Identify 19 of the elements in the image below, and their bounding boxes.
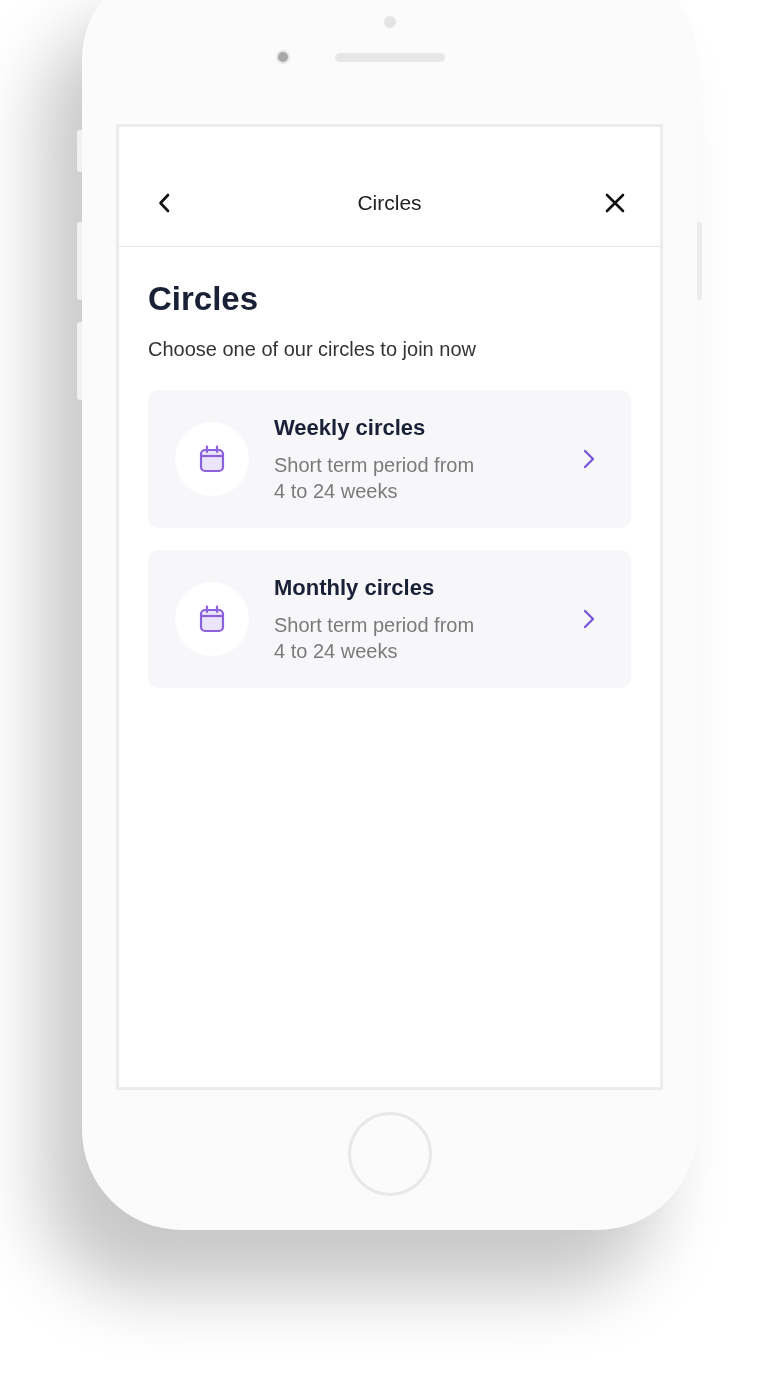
option-description: Short term period from 4 to 24 weeks [274,613,476,664]
page-heading: Circles [148,280,260,318]
side-button[interactable] [77,322,82,400]
camera-lens [275,50,290,64]
side-button[interactable] [77,222,82,300]
circle-option-card[interactable]: Monthly circles Short term period from 4 to 24 weeks [148,550,631,688]
option-description: Short term period from 4 to 24 weeks [274,453,476,504]
close-icon [605,192,625,213]
calendar-icon [199,445,225,473]
circle-option-card[interactable]: Weekly circles Short term period from 4 to 24 weeks [148,390,631,528]
chevron-right-icon [583,449,595,469]
back-chevron-icon [158,192,170,213]
header-title: Circles [357,189,422,216]
chevron-right-icon [583,609,595,629]
calendar-icon [199,605,225,633]
option-title: Monthly circles [274,574,436,602]
page-subtitle: Choose one of our circles to join now [148,337,477,362]
option-title: Weekly circles [274,414,427,442]
side-button[interactable] [77,130,82,172]
